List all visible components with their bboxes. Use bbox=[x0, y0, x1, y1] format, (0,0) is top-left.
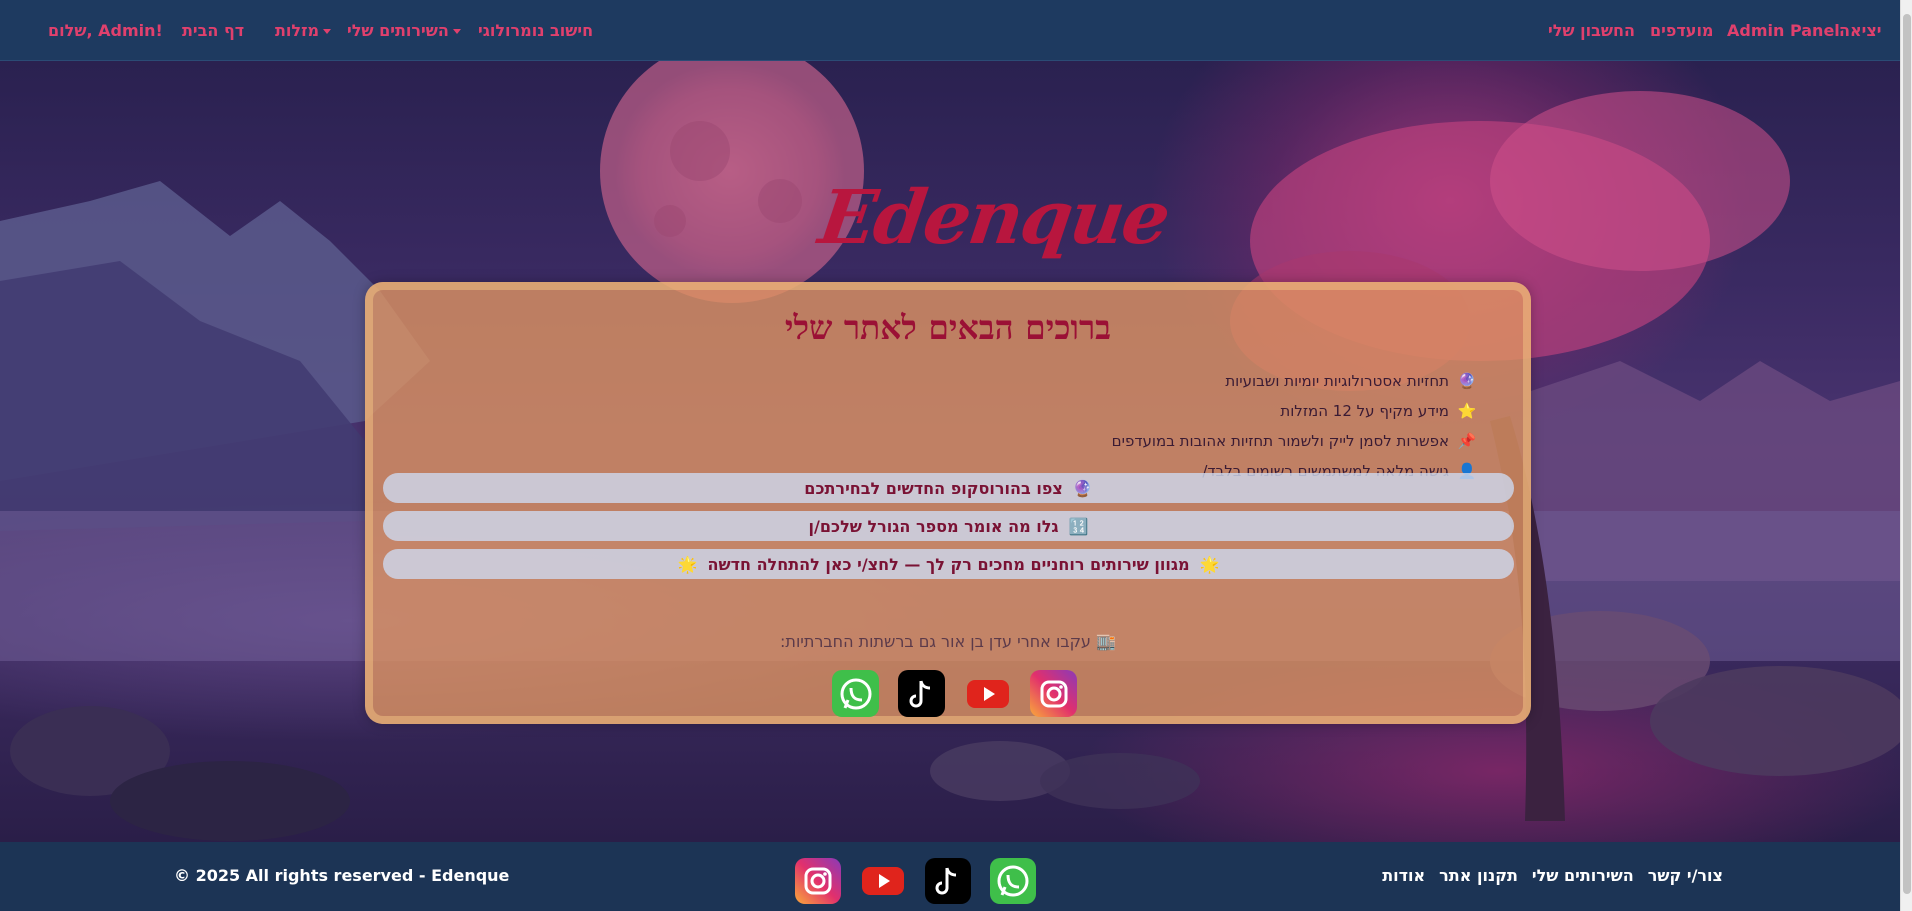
whatsapp-icon[interactable] bbox=[990, 858, 1036, 904]
follow-text-row: 🏬 עקבו אחרי עדן בן אור גם ברשתות החברתיו… bbox=[373, 632, 1523, 651]
footer-link-terms[interactable]: תקנון אתר bbox=[1439, 865, 1518, 887]
footer-link-about[interactable]: אודות bbox=[1382, 865, 1425, 887]
nav-logout[interactable]: יציאה bbox=[1839, 20, 1882, 42]
whatsapp-icon[interactable] bbox=[832, 670, 879, 717]
horoscope-button[interactable]: 🔮 צפו בהורוסקופ החדשים לבחירתכם bbox=[383, 473, 1514, 503]
tiktok-icon[interactable] bbox=[925, 858, 971, 904]
nav-zodiac-dropdown[interactable]: מזלות bbox=[275, 20, 332, 42]
vertical-scrollbar[interactable] bbox=[1900, 0, 1912, 911]
nav-greeting[interactable]: שלום, Admin! bbox=[48, 20, 163, 42]
horoscope-button-label: צפו בהורוסקופ החדשים לבחירתכם bbox=[804, 478, 1063, 498]
footer: © 2025 All rights reserved - Edenque צור… bbox=[0, 842, 1900, 911]
welcome-card: ברוכים הבאים לאתר שלי 🔮 תחזיות אסטרולוגי… bbox=[365, 282, 1531, 724]
numbers-icon: 🔢 bbox=[1068, 516, 1089, 536]
star-icon: ⭐ bbox=[1457, 402, 1477, 420]
sparkle-icon: 🌟 bbox=[677, 554, 698, 574]
feature-text: אפשרות לסמן לייק ולשמור תחזיות אהובות במ… bbox=[1111, 432, 1449, 450]
footer-link-my-services[interactable]: השירותים שלי bbox=[1532, 865, 1634, 887]
hero-social-links bbox=[832, 670, 1077, 717]
nav-home[interactable]: דף הבית bbox=[182, 20, 244, 42]
nav-my-services-dropdown[interactable]: השירותים שלי bbox=[347, 20, 461, 42]
destiny-number-button-label: גלו מה אומר מספר הגורל שלכם/ן bbox=[808, 516, 1059, 536]
list-item: 🔮 תחזיות אסטרולוגיות יומיות ושבועיות bbox=[1112, 366, 1477, 396]
nav-admin-panel[interactable]: Admin Panel bbox=[1727, 20, 1840, 42]
chevron-down-icon bbox=[323, 29, 332, 34]
footer-links: צור/י קשר השירותים שלי תקנון אתר אודות bbox=[1382, 865, 1723, 887]
services-button[interactable]: 🌟 מגוון שירותים רוחניים מחכים רק לך — לח… bbox=[383, 549, 1514, 579]
feature-text: מידע מקיף על 12 המזלות bbox=[1280, 402, 1449, 420]
nav-my-account[interactable]: החשבון שלי bbox=[1548, 20, 1635, 42]
destiny-number-button[interactable]: 🔢 גלו מה אומר מספר הגורל שלכם/ן bbox=[383, 511, 1514, 541]
nav-favorites[interactable]: מועדפים bbox=[1650, 20, 1714, 42]
list-item: ⭐ מידע מקיף על 12 המזלות bbox=[1112, 396, 1477, 426]
copyright: © 2025 All rights reserved - Edenque bbox=[174, 866, 510, 885]
youtube-icon[interactable] bbox=[964, 670, 1011, 717]
feature-text: תחזיות אסטרולוגיות יומיות ושבועיות bbox=[1225, 372, 1449, 390]
instagram-icon[interactable] bbox=[1030, 670, 1077, 717]
youtube-icon[interactable] bbox=[860, 858, 906, 904]
follow-text: עקבו אחרי עדן בן אור גם ברשתות החברתיות: bbox=[780, 632, 1091, 651]
chevron-down-icon bbox=[452, 29, 461, 34]
hero-section: Edenque ברוכים הבאים לאתר שלי 🔮 תחזיות א… bbox=[0, 61, 1900, 842]
nav-zodiac-label: מזלות bbox=[275, 21, 320, 40]
scrollbar-thumb[interactable] bbox=[1903, 14, 1911, 894]
nav-numerology[interactable]: חישוב נומרולוגי bbox=[478, 20, 593, 42]
nav-my-services-label: השירותים שלי bbox=[347, 21, 449, 40]
footer-link-contact[interactable]: צור/י קשר bbox=[1648, 865, 1723, 887]
site-logo[interactable]: Edenque bbox=[814, 173, 1174, 263]
services-button-label: מגוון שירותים רוחניים מחכים רק לך — לחצ/… bbox=[707, 554, 1190, 574]
features-list: 🔮 תחזיות אסטרולוגיות יומיות ושבועיות ⭐ מ… bbox=[1112, 366, 1477, 486]
tiktok-icon[interactable] bbox=[898, 670, 945, 717]
top-navbar: שלום, Admin! דף הבית מזלות השירותים שלי … bbox=[0, 0, 1900, 61]
sparkle-icon: 🌟 bbox=[1199, 554, 1220, 574]
crystal-ball-icon: 🔮 bbox=[1457, 372, 1477, 390]
list-item: 📌 אפשרות לסמן לייק ולשמור תחזיות אהובות … bbox=[1112, 426, 1477, 456]
building-icon: 🏬 bbox=[1096, 632, 1116, 651]
welcome-title: ברוכים הבאים לאתר שלי bbox=[784, 308, 1112, 347]
pin-icon: 📌 bbox=[1457, 432, 1477, 450]
footer-social-links bbox=[795, 858, 1036, 904]
instagram-icon[interactable] bbox=[795, 858, 841, 904]
crystal-ball-icon: 🔮 bbox=[1072, 478, 1093, 498]
